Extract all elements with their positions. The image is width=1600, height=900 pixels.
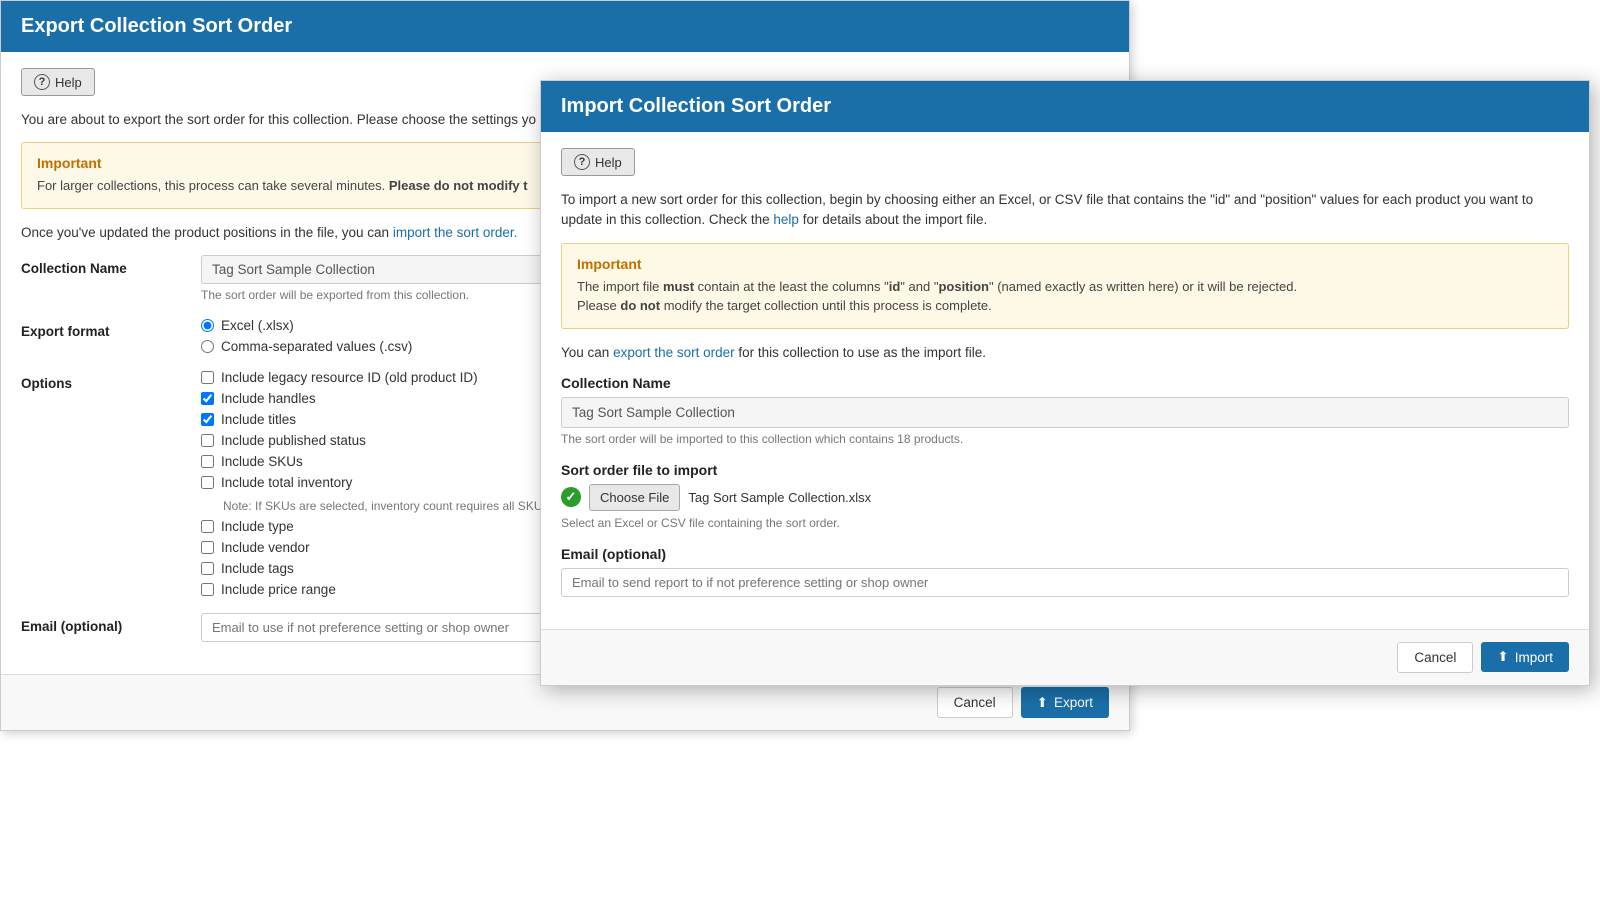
export-panel-header: Export Collection Sort Order <box>1 1 1129 52</box>
import-title: Import Collection Sort Order <box>561 95 831 117</box>
import-help-link[interactable]: help <box>773 212 799 227</box>
import-footer: Cancel ⬆ Import <box>541 629 1589 685</box>
import-file-section: Sort order file to import ✓ Choose File … <box>561 462 1569 530</box>
import-collection-name-label: Collection Name <box>561 375 1569 391</box>
import-link[interactable]: import the sort order. <box>393 225 518 240</box>
export-title: Export Collection Sort Order <box>21 15 292 37</box>
export-action-button[interactable]: ⬆ Export <box>1021 687 1109 718</box>
import-file-label: Sort order file to import <box>561 462 1569 478</box>
import-file-hint: Select an Excel or CSV file containing t… <box>561 516 1569 530</box>
import-collection-name-hint: The sort order will be imported to this … <box>561 432 1569 446</box>
import-panel: Import Collection Sort Order ? Help To i… <box>540 80 1590 686</box>
import-cancel-button[interactable]: Cancel <box>1397 642 1473 673</box>
import-export-link-text: You can export the sort order for this c… <box>561 343 1569 363</box>
export-options-label: Options <box>21 370 201 391</box>
import-important-title: Important <box>577 256 1553 272</box>
export-sort-order-link[interactable]: export the sort order <box>613 345 735 360</box>
export-format-label: Export format <box>21 318 201 339</box>
selected-file-name: Tag Sort Sample Collection.xlsx <box>688 490 871 505</box>
import-email-input[interactable] <box>561 568 1569 597</box>
export-help-button[interactable]: ? Help <box>21 68 95 96</box>
export-email-label: Email (optional) <box>21 613 201 634</box>
import-collection-name-section: Collection Name The sort order will be i… <box>561 375 1569 446</box>
import-help-button[interactable]: ? Help <box>561 148 635 176</box>
import-important-text: The import file must contain at the leas… <box>577 277 1553 316</box>
import-important-box: Important The import file must contain a… <box>561 243 1569 329</box>
import-file-row: ✓ Choose File Tag Sort Sample Collection… <box>561 484 1569 511</box>
choose-file-button[interactable]: Choose File <box>589 484 680 511</box>
file-check-icon: ✓ <box>561 487 581 507</box>
import-email-label: Email (optional) <box>561 546 1569 562</box>
import-help-icon: ? <box>574 154 590 170</box>
import-action-button[interactable]: ⬆ Import <box>1481 642 1569 672</box>
import-description: To import a new sort order for this coll… <box>561 190 1569 231</box>
import-panel-header: Import Collection Sort Order <box>541 81 1589 132</box>
help-icon: ? <box>34 74 50 90</box>
export-cancel-button[interactable]: Cancel <box>937 687 1013 718</box>
import-email-section: Email (optional) <box>561 546 1569 597</box>
export-collection-name-label: Collection Name <box>21 255 201 276</box>
import-collection-name-input <box>561 397 1569 428</box>
